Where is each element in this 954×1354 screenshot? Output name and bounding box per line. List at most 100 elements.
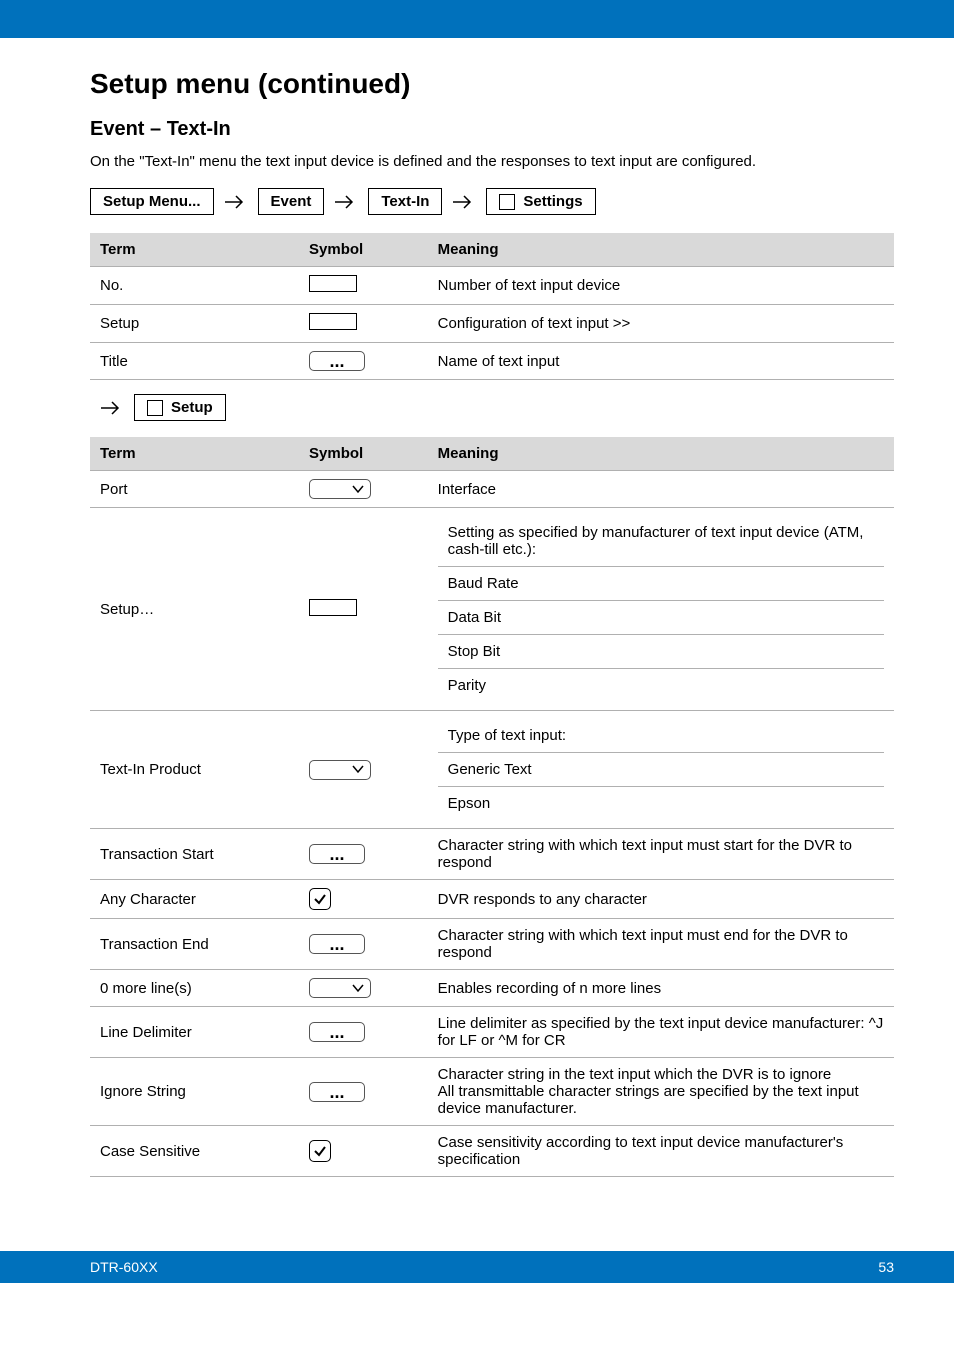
header-bar xyxy=(0,0,954,38)
table-row: Text-In Product Type of text input: Gene… xyxy=(90,711,894,829)
cell-symbol: ... xyxy=(299,1058,428,1126)
footer-left: DTR-60XX xyxy=(90,1259,158,1275)
nav-event: Event xyxy=(258,188,325,215)
cell-term: 0 more line(s) xyxy=(90,970,299,1007)
cell-symbol xyxy=(299,471,428,508)
th-symbol: Symbol xyxy=(299,437,428,471)
table-row: 0 more line(s) Enables recording of n mo… xyxy=(90,970,894,1007)
th-term: Term xyxy=(90,437,299,471)
cell-meaning: Epson xyxy=(438,787,884,820)
cell-meaning: Character string in the text input which… xyxy=(428,1058,894,1126)
nav-setup-menu: Setup Menu... xyxy=(90,188,214,215)
cell-symbol xyxy=(299,305,428,343)
dropdown-icon xyxy=(309,760,371,780)
cell-term: Line Delimiter xyxy=(90,1007,299,1058)
table-row: Port Interface xyxy=(90,471,894,508)
table-row: Transaction Start ... Character string w… xyxy=(90,829,894,880)
cell-term: Ignore String xyxy=(90,1058,299,1126)
cell-meaning: Data Bit xyxy=(438,601,884,635)
cell-symbol: ... xyxy=(299,829,428,880)
cell-term: No. xyxy=(90,267,299,305)
table-row: Setup… Setting as specified by manufactu… xyxy=(90,508,894,711)
cell-symbol xyxy=(299,970,428,1007)
arrow-right-icon xyxy=(334,193,358,211)
ellipsis-button-icon: ... xyxy=(309,351,365,371)
cell-term: Setup xyxy=(90,305,299,343)
cell-meaning: Stop Bit xyxy=(438,635,884,669)
table-first: Term Symbol Meaning No. Number of text i… xyxy=(90,233,894,380)
cell-symbol xyxy=(299,508,428,711)
page-title: Setup menu (continued) xyxy=(90,68,894,100)
intro-paragraph: On the "Text-In" menu the text input dev… xyxy=(90,153,894,170)
nav-settings: Settings xyxy=(486,188,595,215)
section-title: Event – Text-In xyxy=(90,118,894,141)
th-meaning: Meaning xyxy=(428,437,894,471)
rectangle-icon xyxy=(309,313,357,330)
checkbox-icon xyxy=(309,1140,331,1162)
cell-meaning: Line delimiter as specified by the text … xyxy=(428,1007,894,1058)
cell-symbol xyxy=(299,267,428,305)
nav-text-in: Text-In xyxy=(368,188,442,215)
breadcrumb: Setup Menu... Event Text-In Settings xyxy=(90,188,894,215)
checkbox-icon xyxy=(499,194,515,210)
cell-term: Text-In Product xyxy=(90,711,299,829)
cell-term: Setup… xyxy=(90,508,299,711)
table-second: Term Symbol Meaning Port Interface Setup… xyxy=(90,437,894,1177)
ellipsis-button-icon: ... xyxy=(309,1022,365,1042)
table-row: Line Delimiter ... Line delimiter as spe… xyxy=(90,1007,894,1058)
table-row: Setup Configuration of text input >> xyxy=(90,305,894,343)
table-header-row: Term Symbol Meaning xyxy=(90,437,894,471)
footer-bar: DTR-60XX 53 xyxy=(0,1251,954,1283)
cell-symbol xyxy=(299,1126,428,1177)
table-row: No. Number of text input device xyxy=(90,267,894,305)
checkbox-icon xyxy=(309,888,331,910)
table-row: Any Character DVR responds to any charac… xyxy=(90,880,894,919)
cell-term: Transaction End xyxy=(90,919,299,970)
arrow-right-icon xyxy=(224,193,248,211)
cell-symbol xyxy=(299,880,428,919)
cell-meaning: Configuration of text input >> xyxy=(428,305,894,343)
cell-meaning: Enables recording of n more lines xyxy=(428,970,894,1007)
nav-settings-label: Settings xyxy=(523,193,582,210)
cell-symbol xyxy=(299,711,428,829)
cell-meaning: DVR responds to any character xyxy=(428,880,894,919)
rectangle-icon xyxy=(309,275,357,292)
cell-meaning: Parity xyxy=(438,669,884,702)
cell-symbol: ... xyxy=(299,919,428,970)
cell-meaning: Character string with which text input m… xyxy=(428,919,894,970)
cell-meaning-group: Type of text input: Generic Text Epson xyxy=(428,711,894,829)
cell-meaning: Setting as specified by manufacturer of … xyxy=(438,516,884,567)
cell-term: Case Sensitive xyxy=(90,1126,299,1177)
cell-term: Title xyxy=(90,343,299,380)
table-row: Title ... Name of text input xyxy=(90,343,894,380)
th-term: Term xyxy=(90,233,299,267)
cell-term: Transaction Start xyxy=(90,829,299,880)
dropdown-icon xyxy=(309,479,371,499)
cell-term: Port xyxy=(90,471,299,508)
th-meaning: Meaning xyxy=(428,233,894,267)
table-header-row: Term Symbol Meaning xyxy=(90,233,894,267)
sub-breadcrumb: Setup xyxy=(90,394,894,421)
cell-meaning: Baud Rate xyxy=(438,567,884,601)
ellipsis-button-icon: ... xyxy=(309,934,365,954)
cell-meaning: Case sensitivity according to text input… xyxy=(428,1126,894,1177)
cell-meaning: Number of text input device xyxy=(428,267,894,305)
dropdown-icon xyxy=(309,978,371,998)
footer-right: 53 xyxy=(878,1259,894,1275)
nav-setup-label: Setup xyxy=(171,399,213,416)
arrow-right-icon xyxy=(100,399,124,417)
nav-setup: Setup xyxy=(134,394,226,421)
cell-meaning: Name of text input xyxy=(428,343,894,380)
cell-symbol: ... xyxy=(299,343,428,380)
checkbox-icon xyxy=(147,400,163,416)
cell-meaning: Interface xyxy=(428,471,894,508)
cell-symbol: ... xyxy=(299,1007,428,1058)
table-row: Transaction End ... Character string wit… xyxy=(90,919,894,970)
table-row: Case Sensitive Case sensitivity accordin… xyxy=(90,1126,894,1177)
rectangle-icon xyxy=(309,599,357,616)
cell-meaning-group: Setting as specified by manufacturer of … xyxy=(428,508,894,711)
table-row: Ignore String ... Character string in th… xyxy=(90,1058,894,1126)
arrow-right-icon xyxy=(452,193,476,211)
cell-meaning: Generic Text xyxy=(438,753,884,787)
th-symbol: Symbol xyxy=(299,233,428,267)
